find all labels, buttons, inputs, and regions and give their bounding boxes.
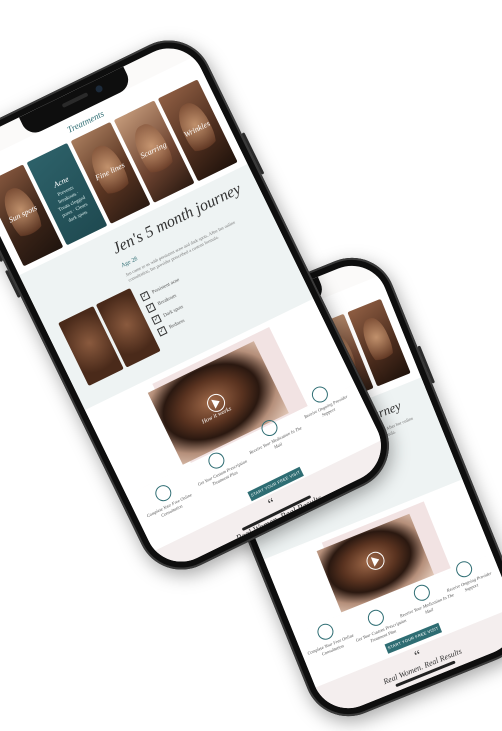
check-icon: ✓ <box>139 290 151 302</box>
check-icon: ✓ <box>151 314 162 325</box>
prescription-icon <box>365 607 387 629</box>
check-icon: ✓ <box>145 302 157 314</box>
consultation-icon <box>315 621 336 643</box>
check-icon: ✓ <box>156 325 168 337</box>
tile-sub: Prevents breakouts · Treats clogged pore… <box>57 186 89 225</box>
mail-icon <box>411 582 433 604</box>
